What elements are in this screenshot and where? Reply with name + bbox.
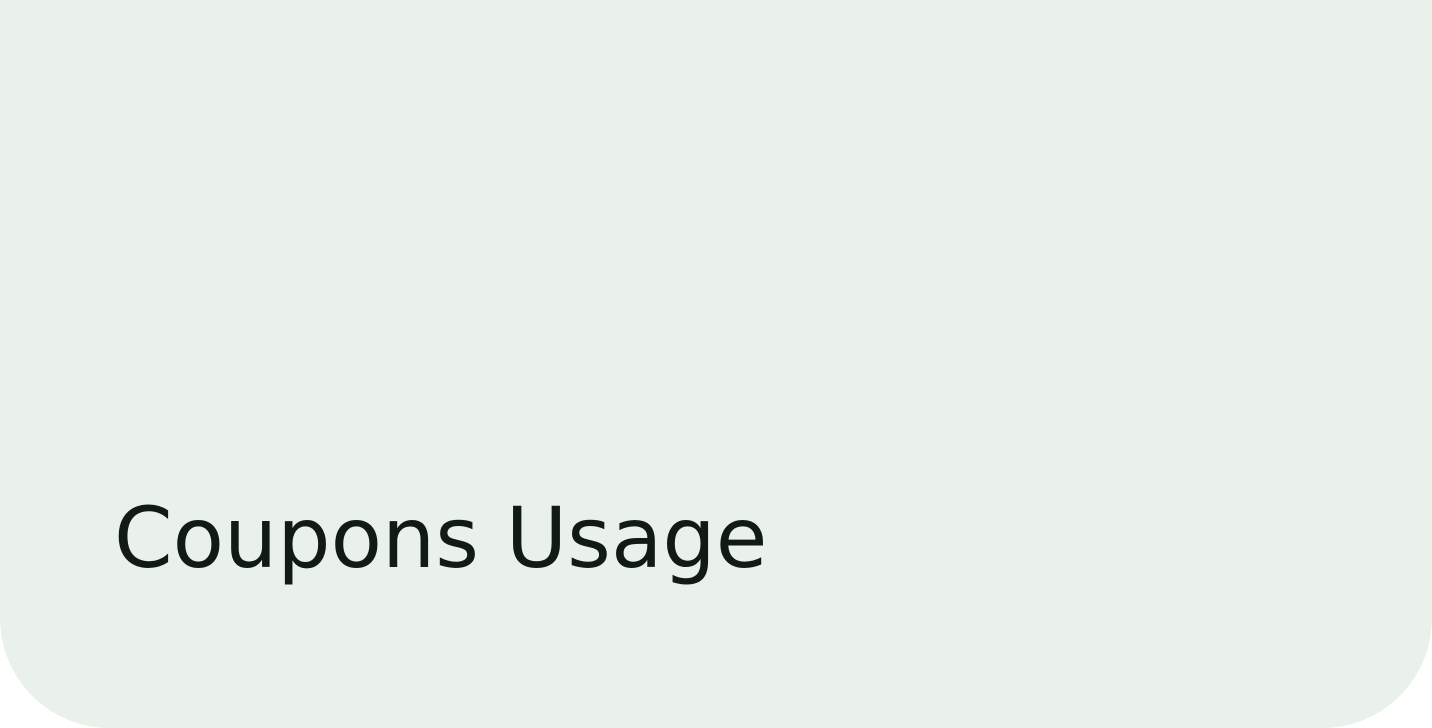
card-title: Coupons Usage [114,489,768,587]
coupons-usage-card[interactable]: Coupons Usage [0,0,1432,728]
